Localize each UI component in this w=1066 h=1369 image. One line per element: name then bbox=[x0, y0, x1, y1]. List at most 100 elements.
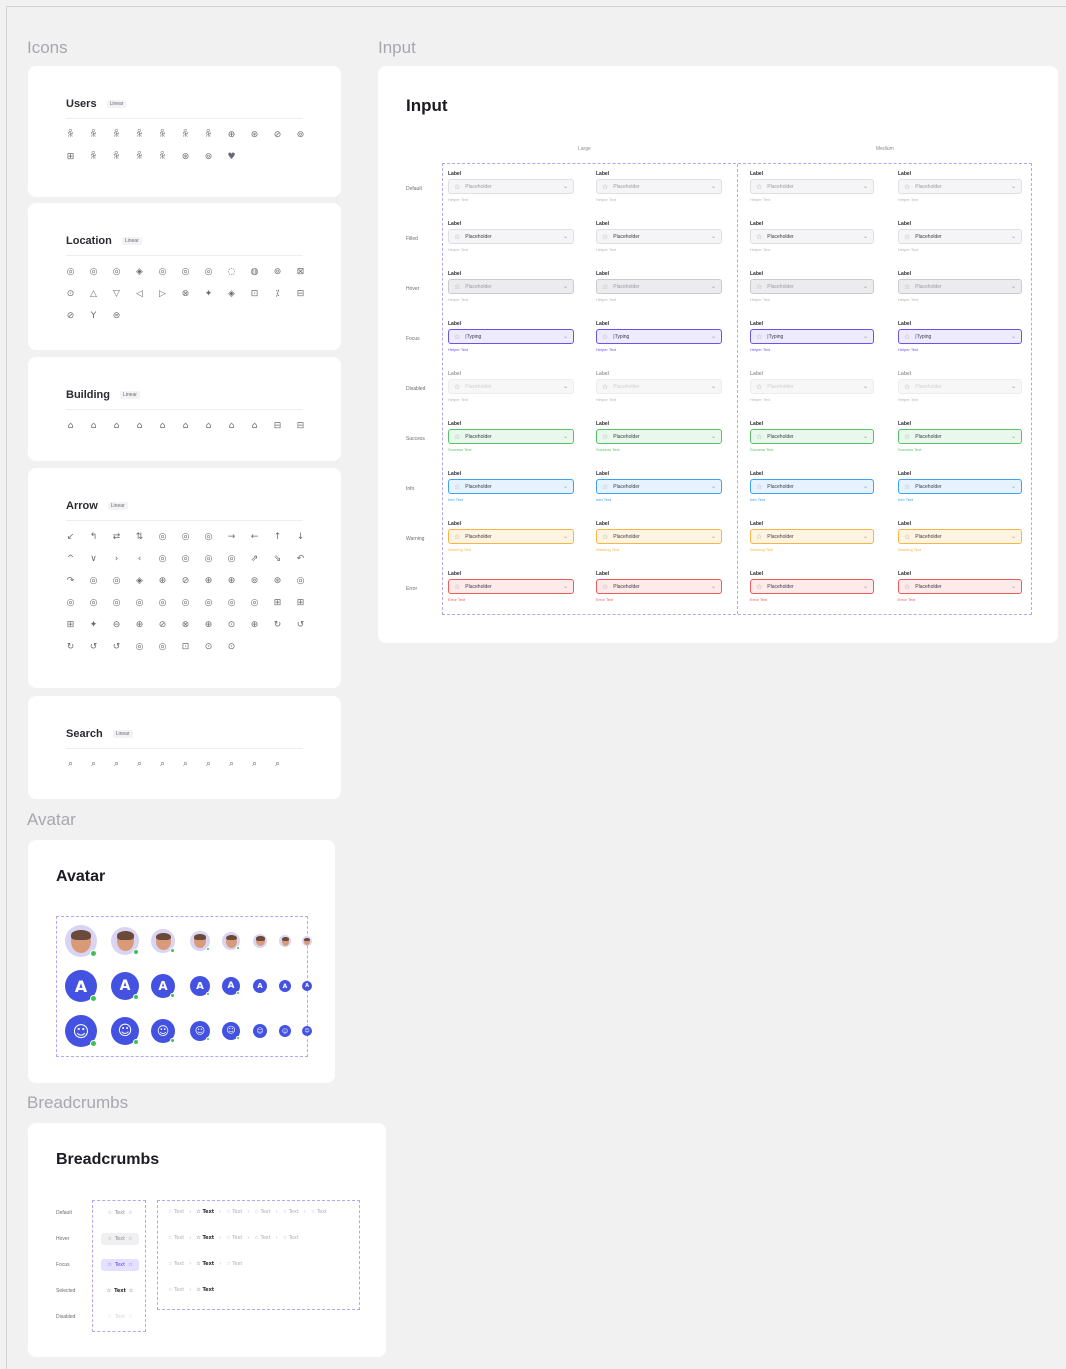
arrow-icon[interactable]: ◎ bbox=[250, 598, 259, 609]
search-icon[interactable]: ⌕ bbox=[273, 759, 282, 770]
chevron-down-icon[interactable]: ⌄ bbox=[711, 583, 716, 590]
input-box[interactable]: ☆ Placeholder ⌄ bbox=[750, 479, 874, 494]
avatar-photo[interactable] bbox=[65, 925, 97, 957]
avatar-photo[interactable] bbox=[253, 934, 267, 948]
arrow-icon[interactable]: › bbox=[112, 554, 121, 565]
location-icon[interactable]: ▽ bbox=[112, 289, 121, 300]
avatar-smile[interactable]: ☺ bbox=[190, 1021, 210, 1041]
avatar-photo[interactable] bbox=[190, 931, 210, 951]
chevron-down-icon[interactable]: ⌄ bbox=[711, 333, 716, 340]
avatar-photo[interactable] bbox=[111, 927, 139, 955]
input-box[interactable]: ☆ Placeholder ⌄ bbox=[898, 429, 1022, 444]
input-box[interactable]: ☆ Placeholder ⌄ bbox=[898, 179, 1022, 194]
arrow-icon[interactable]: ↙ bbox=[66, 532, 75, 543]
location-icon[interactable]: ▷ bbox=[158, 289, 167, 300]
arrow-icon[interactable]: ◎ bbox=[89, 598, 98, 609]
arrow-icon[interactable]: ⊙ bbox=[204, 642, 213, 653]
chevron-down-icon[interactable]: ⌄ bbox=[863, 183, 868, 190]
arrow-icon[interactable]: → bbox=[227, 532, 236, 543]
arrow-icon[interactable]: ◎ bbox=[204, 554, 213, 565]
arrow-icon[interactable]: ↑ bbox=[273, 532, 282, 543]
users-icon[interactable]: ⊕ bbox=[227, 130, 236, 141]
avatar-letter[interactable]: A bbox=[279, 980, 291, 992]
breadcrumb-link[interactable]: ☆ Text bbox=[168, 1261, 184, 1267]
building-icon[interactable]: ⌂ bbox=[204, 421, 213, 432]
arrow-icon[interactable]: ✦ bbox=[89, 620, 98, 631]
breadcrumb-link[interactable]: ☆ Text bbox=[196, 1287, 214, 1293]
arrow-icon[interactable]: ⊙ bbox=[227, 620, 236, 631]
input-box[interactable]: ☆ Placeholder ⌄ bbox=[596, 229, 722, 244]
chevron-down-icon[interactable]: ⌄ bbox=[563, 583, 568, 590]
chevron-down-icon[interactable]: ⌄ bbox=[863, 383, 868, 390]
breadcrumb-link[interactable]: ☆ Text bbox=[226, 1209, 242, 1215]
avatar-photo[interactable] bbox=[302, 936, 312, 946]
location-icon[interactable]: ◈ bbox=[227, 289, 236, 300]
arrow-icon[interactable]: ◎ bbox=[204, 532, 213, 543]
location-icon[interactable]: ◎ bbox=[181, 267, 190, 278]
arrow-icon[interactable]: ↻ bbox=[273, 620, 282, 631]
users-icon[interactable]: ꆜ bbox=[204, 130, 213, 141]
input-box[interactable]: ☆ Placeholder ⌄ bbox=[596, 429, 722, 444]
arrow-icon[interactable]: ⊘ bbox=[158, 620, 167, 631]
chevron-down-icon[interactable]: ⌄ bbox=[1011, 483, 1016, 490]
breadcrumb-link[interactable]: ☆ Text bbox=[168, 1209, 184, 1215]
arrow-icon[interactable]: ⊕ bbox=[227, 576, 236, 587]
chevron-down-icon[interactable]: ⌄ bbox=[1011, 183, 1016, 190]
input-box[interactable]: ☆ Placeholder ⌄ bbox=[448, 579, 574, 594]
users-icon[interactable]: ꆜ bbox=[158, 130, 167, 141]
arrow-icon[interactable]: ◎ bbox=[66, 598, 75, 609]
arrow-icon[interactable]: ◎ bbox=[158, 554, 167, 565]
chevron-down-icon[interactable]: ⌄ bbox=[1011, 233, 1016, 240]
arrow-icon[interactable]: ◎ bbox=[158, 642, 167, 653]
arrow-icon[interactable]: ↰ bbox=[89, 532, 98, 543]
arrow-icon[interactable]: ∨ bbox=[89, 554, 98, 565]
building-icon[interactable]: ⌂ bbox=[135, 421, 144, 432]
chevron-down-icon[interactable]: ⌄ bbox=[563, 433, 568, 440]
arrow-icon[interactable]: ⊕ bbox=[135, 620, 144, 631]
location-icon[interactable]: ◎ bbox=[66, 267, 75, 278]
avatar-smile[interactable]: ☺ bbox=[111, 1017, 139, 1045]
chevron-down-icon[interactable]: ⌄ bbox=[563, 533, 568, 540]
building-icon[interactable]: ⌂ bbox=[112, 421, 121, 432]
arrow-icon[interactable]: ◈ bbox=[135, 576, 144, 587]
breadcrumb-link[interactable]: ☆ Text bbox=[196, 1209, 214, 1215]
building-icon[interactable]: ⌂ bbox=[66, 421, 75, 432]
input-box[interactable]: ☆ Placeholder ⌄ bbox=[448, 529, 574, 544]
location-icon[interactable]: ⊠ bbox=[296, 267, 305, 278]
arrow-icon[interactable]: ← bbox=[250, 532, 259, 543]
input-box[interactable]: ☆ Placeholder ⌄ bbox=[596, 479, 722, 494]
avatar-smile[interactable]: ☺ bbox=[302, 1026, 312, 1036]
input-box[interactable]: ☆ Placeholder ⌄ bbox=[898, 279, 1022, 294]
arrow-icon[interactable]: ⇄ bbox=[112, 532, 121, 543]
building-icon[interactable]: ⌂ bbox=[158, 421, 167, 432]
avatar-smile[interactable]: ☺ bbox=[222, 1022, 240, 1040]
avatar-letter[interactable]: A bbox=[222, 977, 240, 995]
avatar-smile[interactable]: ☺ bbox=[253, 1024, 267, 1038]
location-icon[interactable]: ✦ bbox=[204, 289, 213, 300]
location-icon[interactable]: ◁ bbox=[135, 289, 144, 300]
location-icon[interactable]: ⊜ bbox=[112, 311, 121, 322]
search-icon[interactable]: ⌕ bbox=[158, 759, 167, 770]
chevron-down-icon[interactable]: ⌄ bbox=[1011, 433, 1016, 440]
avatar-photo[interactable] bbox=[222, 932, 240, 950]
input-box[interactable]: ☆ Placeholder ⌄ bbox=[448, 479, 574, 494]
arrow-icon[interactable]: ⇗ bbox=[250, 554, 259, 565]
search-icon[interactable]: ⌕ bbox=[89, 759, 98, 770]
input-box[interactable]: ☆ Placeholder ⌄ bbox=[750, 179, 874, 194]
location-icon[interactable]: ⊟ bbox=[296, 289, 305, 300]
location-icon[interactable]: Y bbox=[89, 311, 98, 322]
input-box[interactable]: ☆ Placeholder ⌄ bbox=[750, 579, 874, 594]
avatar-photo[interactable] bbox=[151, 929, 175, 953]
arrow-icon[interactable]: ◎ bbox=[296, 576, 305, 587]
input-box[interactable]: ☆ Placeholder ⌄ bbox=[750, 529, 874, 544]
breadcrumb-link[interactable]: ☆ Text bbox=[283, 1209, 299, 1215]
avatar-letter[interactable]: A bbox=[253, 979, 267, 993]
input-box[interactable]: ☆ Placeholder ⌄ bbox=[596, 529, 722, 544]
users-icon[interactable]: ⊘ bbox=[273, 130, 282, 141]
users-icon[interactable]: ꆜ bbox=[89, 152, 98, 163]
breadcrumb-link[interactable]: ☆ Text bbox=[168, 1287, 184, 1293]
input-box[interactable]: ☆ Placeholder ⌄ bbox=[448, 379, 574, 394]
input-box[interactable]: ☆ |Typing ⌄ bbox=[448, 329, 574, 344]
arrow-icon[interactable]: ⊞ bbox=[66, 620, 75, 631]
arrow-icon[interactable]: ◎ bbox=[112, 576, 121, 587]
